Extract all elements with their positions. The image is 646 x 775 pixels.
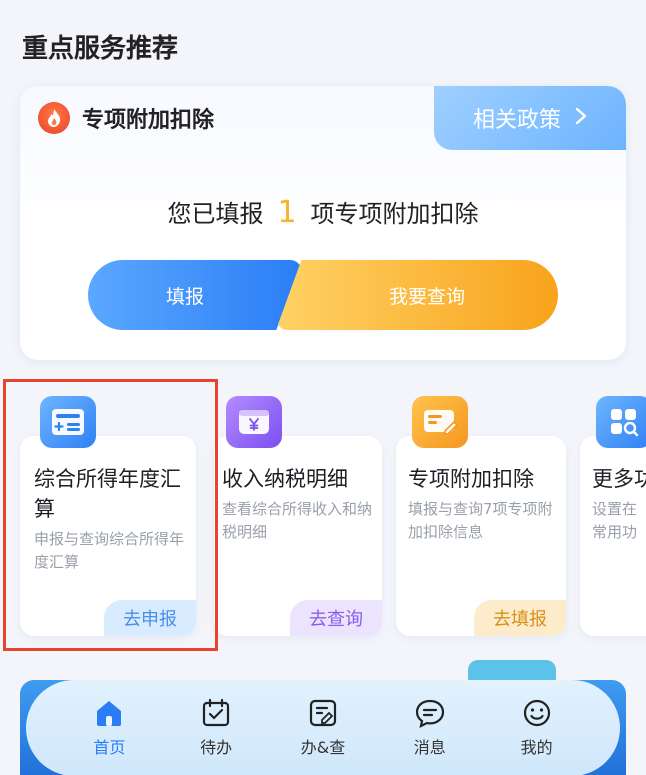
service-card-income-details[interactable]: 收入纳税明细 查看综合所得收入和纳税明细 去查询 <box>214 436 382 636</box>
nav-item-home[interactable]: 首页 <box>74 698 144 758</box>
doc-edit-icon <box>309 699 337 727</box>
nav-item-handle-query[interactable]: 办&查 <box>288 698 358 758</box>
nav-label-todo: 待办 <box>200 738 233 757</box>
service-card-more[interactable]: 更多功 设置在常用功 <box>580 436 646 636</box>
service-desc: 申报与查询综合所得年度汇算 <box>34 530 185 571</box>
deduction-header: 专项附加扣除 <box>38 102 214 134</box>
section-title: 重点服务推荐 <box>22 34 179 64</box>
nav-label-handle-query: 办&查 <box>300 738 346 757</box>
tax-form-icon <box>40 396 96 448</box>
service-desc: 设置在常用功 <box>592 500 638 541</box>
wallet-yen-icon <box>226 396 282 448</box>
nav-item-todo[interactable]: 待办 <box>181 698 251 758</box>
nav-label-home: 首页 <box>93 738 126 757</box>
service-title: 更多功 <box>592 467 646 491</box>
fill-report-button[interactable]: 填报 <box>88 260 302 330</box>
home-icon <box>97 701 122 726</box>
service-title: 收入纳税明细 <box>222 467 348 491</box>
go-query-button[interactable]: 去查询 <box>290 600 382 636</box>
go-declare-button[interactable]: 去申报 <box>104 600 196 636</box>
service-card-annual-settlement[interactable]: 综合所得年度汇算 申报与查询综合所得年度汇算 去申报 <box>20 436 196 636</box>
query-button[interactable]: 我要查询 <box>276 260 558 330</box>
chat-icon <box>415 699 444 728</box>
filled-count: 1 <box>277 195 297 230</box>
grid-search-icon <box>596 396 646 448</box>
deduction-title: 专项附加扣除 <box>82 108 215 133</box>
bottom-nav: 首页 待办 办&查 消息 我的 <box>26 680 620 775</box>
nav-item-mine[interactable]: 我的 <box>502 698 572 758</box>
filled-suffix: 项专项附加扣除 <box>310 200 479 228</box>
special-deduction-card: 专项附加扣除 相关政策 您已填报 1 项专项附加扣除 填报 我要查询 <box>20 86 626 360</box>
card-edit-icon <box>412 396 468 448</box>
service-desc: 填报与查询7项专项附加扣除信息 <box>408 500 553 541</box>
related-policy-button[interactable]: 相关政策 <box>434 86 626 150</box>
filled-prefix: 您已填报 <box>167 200 264 228</box>
nav-item-messages[interactable]: 消息 <box>395 698 465 758</box>
go-fill-button[interactable]: 去填报 <box>474 600 566 636</box>
related-policy-label: 相关政策 <box>472 108 561 133</box>
service-title: 专项附加扣除 <box>408 467 534 491</box>
flame-icon <box>38 102 70 134</box>
chevron-right-icon <box>575 106 587 131</box>
nav-label-messages: 消息 <box>413 738 446 757</box>
calendar-check-icon <box>203 698 230 727</box>
nav-label-mine: 我的 <box>520 738 553 757</box>
smile-icon <box>523 699 550 727</box>
service-card-special-deduction[interactable]: 专项附加扣除 填报与查询7项专项附加扣除信息 去填报 <box>396 436 566 636</box>
filled-count-line: 您已填报 1 项专项附加扣除 <box>20 194 626 230</box>
service-title: 综合所得年度汇算 <box>34 467 181 521</box>
service-desc: 查看综合所得收入和纳税明细 <box>222 500 373 541</box>
